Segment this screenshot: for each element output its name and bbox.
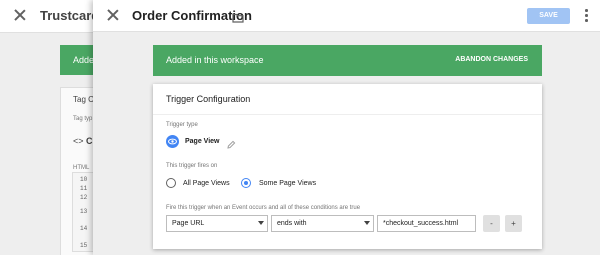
eye-icon[interactable] — [166, 135, 179, 148]
radio-some-page-views[interactable] — [241, 178, 251, 188]
condition-value-input[interactable]: *checkout_success.html — [377, 215, 476, 232]
all-page-views-label[interactable]: All Page Views — [183, 180, 230, 187]
variable-select[interactable]: Page URL — [166, 215, 268, 232]
background-title: Trustcard — [40, 8, 100, 23]
line-number: 15 — [80, 242, 88, 249]
workspace-banner: Added in this workspace ABANDON CHANGES — [153, 45, 542, 76]
some-page-views-label[interactable]: Some Page Views — [259, 180, 316, 187]
trigger-type-label: Trigger type — [166, 122, 198, 128]
banner-message: Added in this workspace — [166, 55, 264, 65]
code-icon: <> C — [73, 136, 93, 146]
abandon-changes-button[interactable]: ABANDON CHANGES — [455, 56, 528, 63]
add-condition-button[interactable]: + — [505, 215, 522, 232]
html-label: HTML — [73, 165, 90, 171]
edit-icon[interactable] — [227, 136, 236, 154]
remove-condition-button[interactable]: - — [483, 215, 500, 232]
close-icon[interactable] — [107, 9, 119, 21]
condition-label: Fire this trigger when an Event occurs a… — [166, 205, 361, 211]
radio-all-page-views[interactable] — [166, 178, 176, 188]
line-number: 13 — [80, 208, 88, 215]
folder-icon[interactable] — [232, 10, 244, 28]
dropdown-arrow-icon — [364, 221, 370, 225]
card-title: Trigger Configuration — [166, 94, 251, 104]
fires-on-label: This trigger fires on — [166, 163, 218, 169]
line-number: 12 — [80, 194, 88, 201]
line-number: 10 — [80, 176, 88, 183]
trigger-type-value[interactable]: Page View — [185, 138, 220, 145]
line-number: 11 — [80, 185, 88, 192]
line-number: 14 — [80, 225, 88, 232]
panel-header: Order Confirmation SAVE — [93, 0, 600, 32]
close-icon[interactable] — [14, 9, 26, 21]
dropdown-arrow-icon — [258, 221, 264, 225]
more-vert-icon[interactable] — [584, 9, 588, 23]
tag-type-label: Tag typ — [73, 116, 93, 122]
trigger-configuration-card: Trigger Configuration Trigger type Page … — [153, 84, 542, 249]
card-header: Trigger Configuration — [153, 84, 542, 115]
save-button[interactable]: SAVE — [527, 8, 570, 24]
operator-select[interactable]: ends with — [271, 215, 374, 232]
trigger-editor-panel: Order Confirmation SAVE Added in this wo… — [93, 0, 600, 255]
